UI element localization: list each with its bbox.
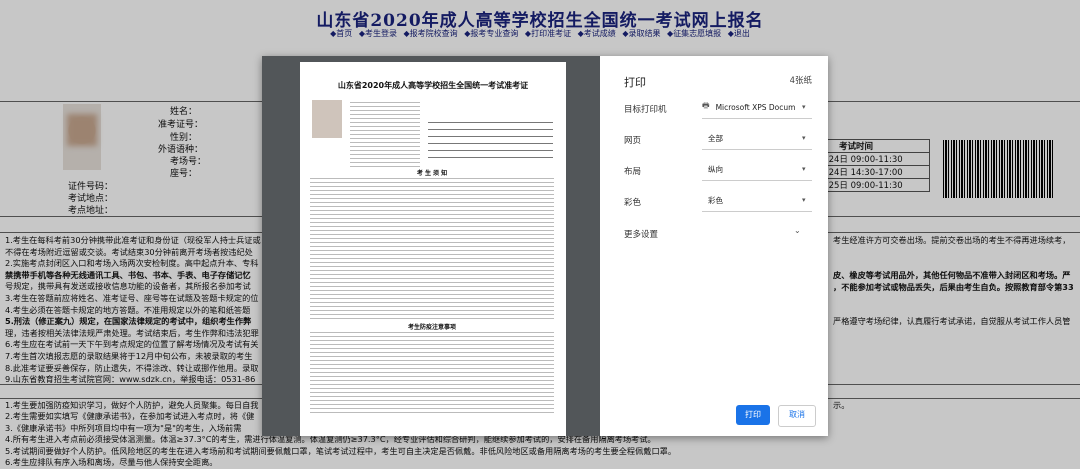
preview-photo [312,100,342,138]
print-preview[interactable]: 山东省2020年成人高等学校招生全国统一考试准考证 考 生 须 知 考生防疫注意… [262,56,600,436]
preview-page: 山东省2020年成人高等学校招生全国统一考试准考证 考 生 须 知 考生防疫注意… [300,62,566,436]
printer-select[interactable]: 🖶 Microsoft XPS Docum ▾ [702,96,812,119]
preview-health-text [310,332,554,416]
cancel-button[interactable]: 取消 [778,405,816,427]
sheet-count: 4张纸 [789,76,812,86]
chevron-down-icon: ▾ [802,165,806,173]
more-settings-toggle[interactable]: 更多设置 [624,228,658,240]
chevron-down-icon[interactable]: ⌄ [794,226,801,235]
chevron-down-icon: ▾ [802,196,806,204]
printer-icon: 🖶 [702,101,710,110]
chevron-down-icon: ▾ [802,134,806,142]
preview-fields [350,102,420,170]
color-select[interactable]: 彩色 ▾ [702,189,812,212]
preview-notice-text [310,178,554,320]
pages-select[interactable]: 全部 ▾ [702,127,812,150]
label-color: 彩色 [624,198,642,208]
preview-title: 山东省2020年成人高等学校招生全国统一考试准考证 [337,81,529,90]
chevron-down-icon: ▾ [802,103,806,111]
print-dialog: 山东省2020年成人高等学校招生全国统一考试准考证 考 生 须 知 考生防疫注意… [262,56,828,436]
label-layout: 布局 [624,167,642,177]
preview-section-2: 考生防疫注意事项 [407,324,456,331]
preview-time-grid [428,122,553,158]
layout-select[interactable]: 纵向 ▾ [702,158,812,181]
preview-section-1: 考 生 须 知 [416,170,448,177]
label-pages: 网页 [624,136,642,146]
label-destination: 目标打印机 [624,105,667,115]
print-settings-panel: 打印 4张纸 目标打印机 🖶 Microsoft XPS Docum ▾ 网页 … [600,56,828,436]
print-button[interactable]: 打印 [736,405,770,425]
print-dialog-title: 打印 [624,76,646,89]
